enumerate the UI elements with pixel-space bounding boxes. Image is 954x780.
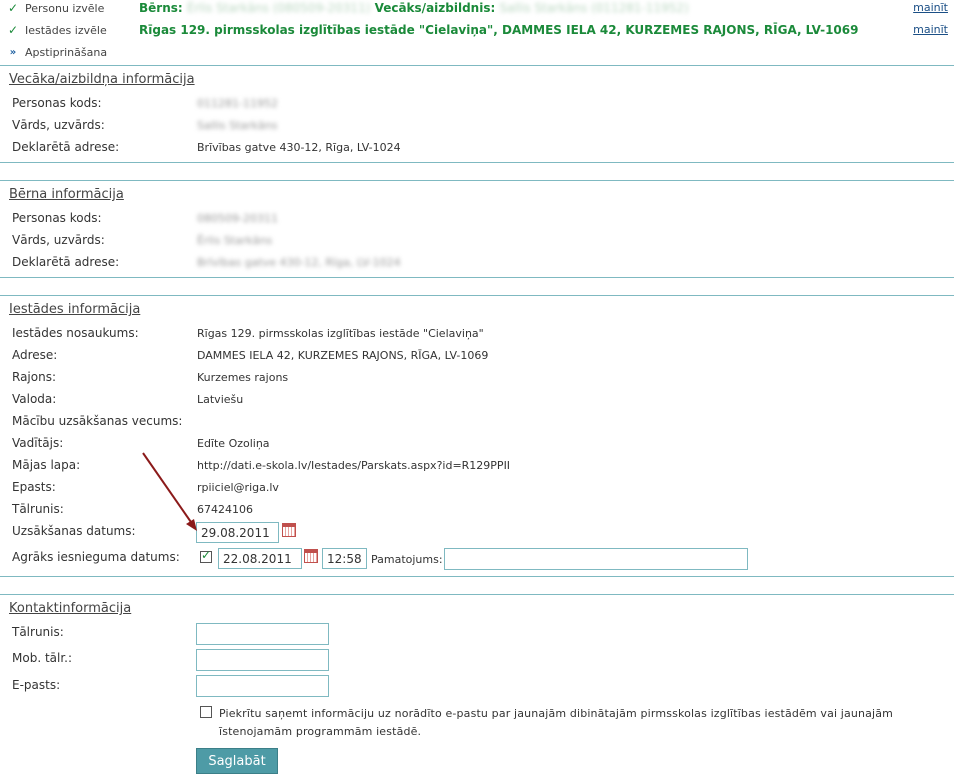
- annotation-arrow: [142, 452, 197, 531]
